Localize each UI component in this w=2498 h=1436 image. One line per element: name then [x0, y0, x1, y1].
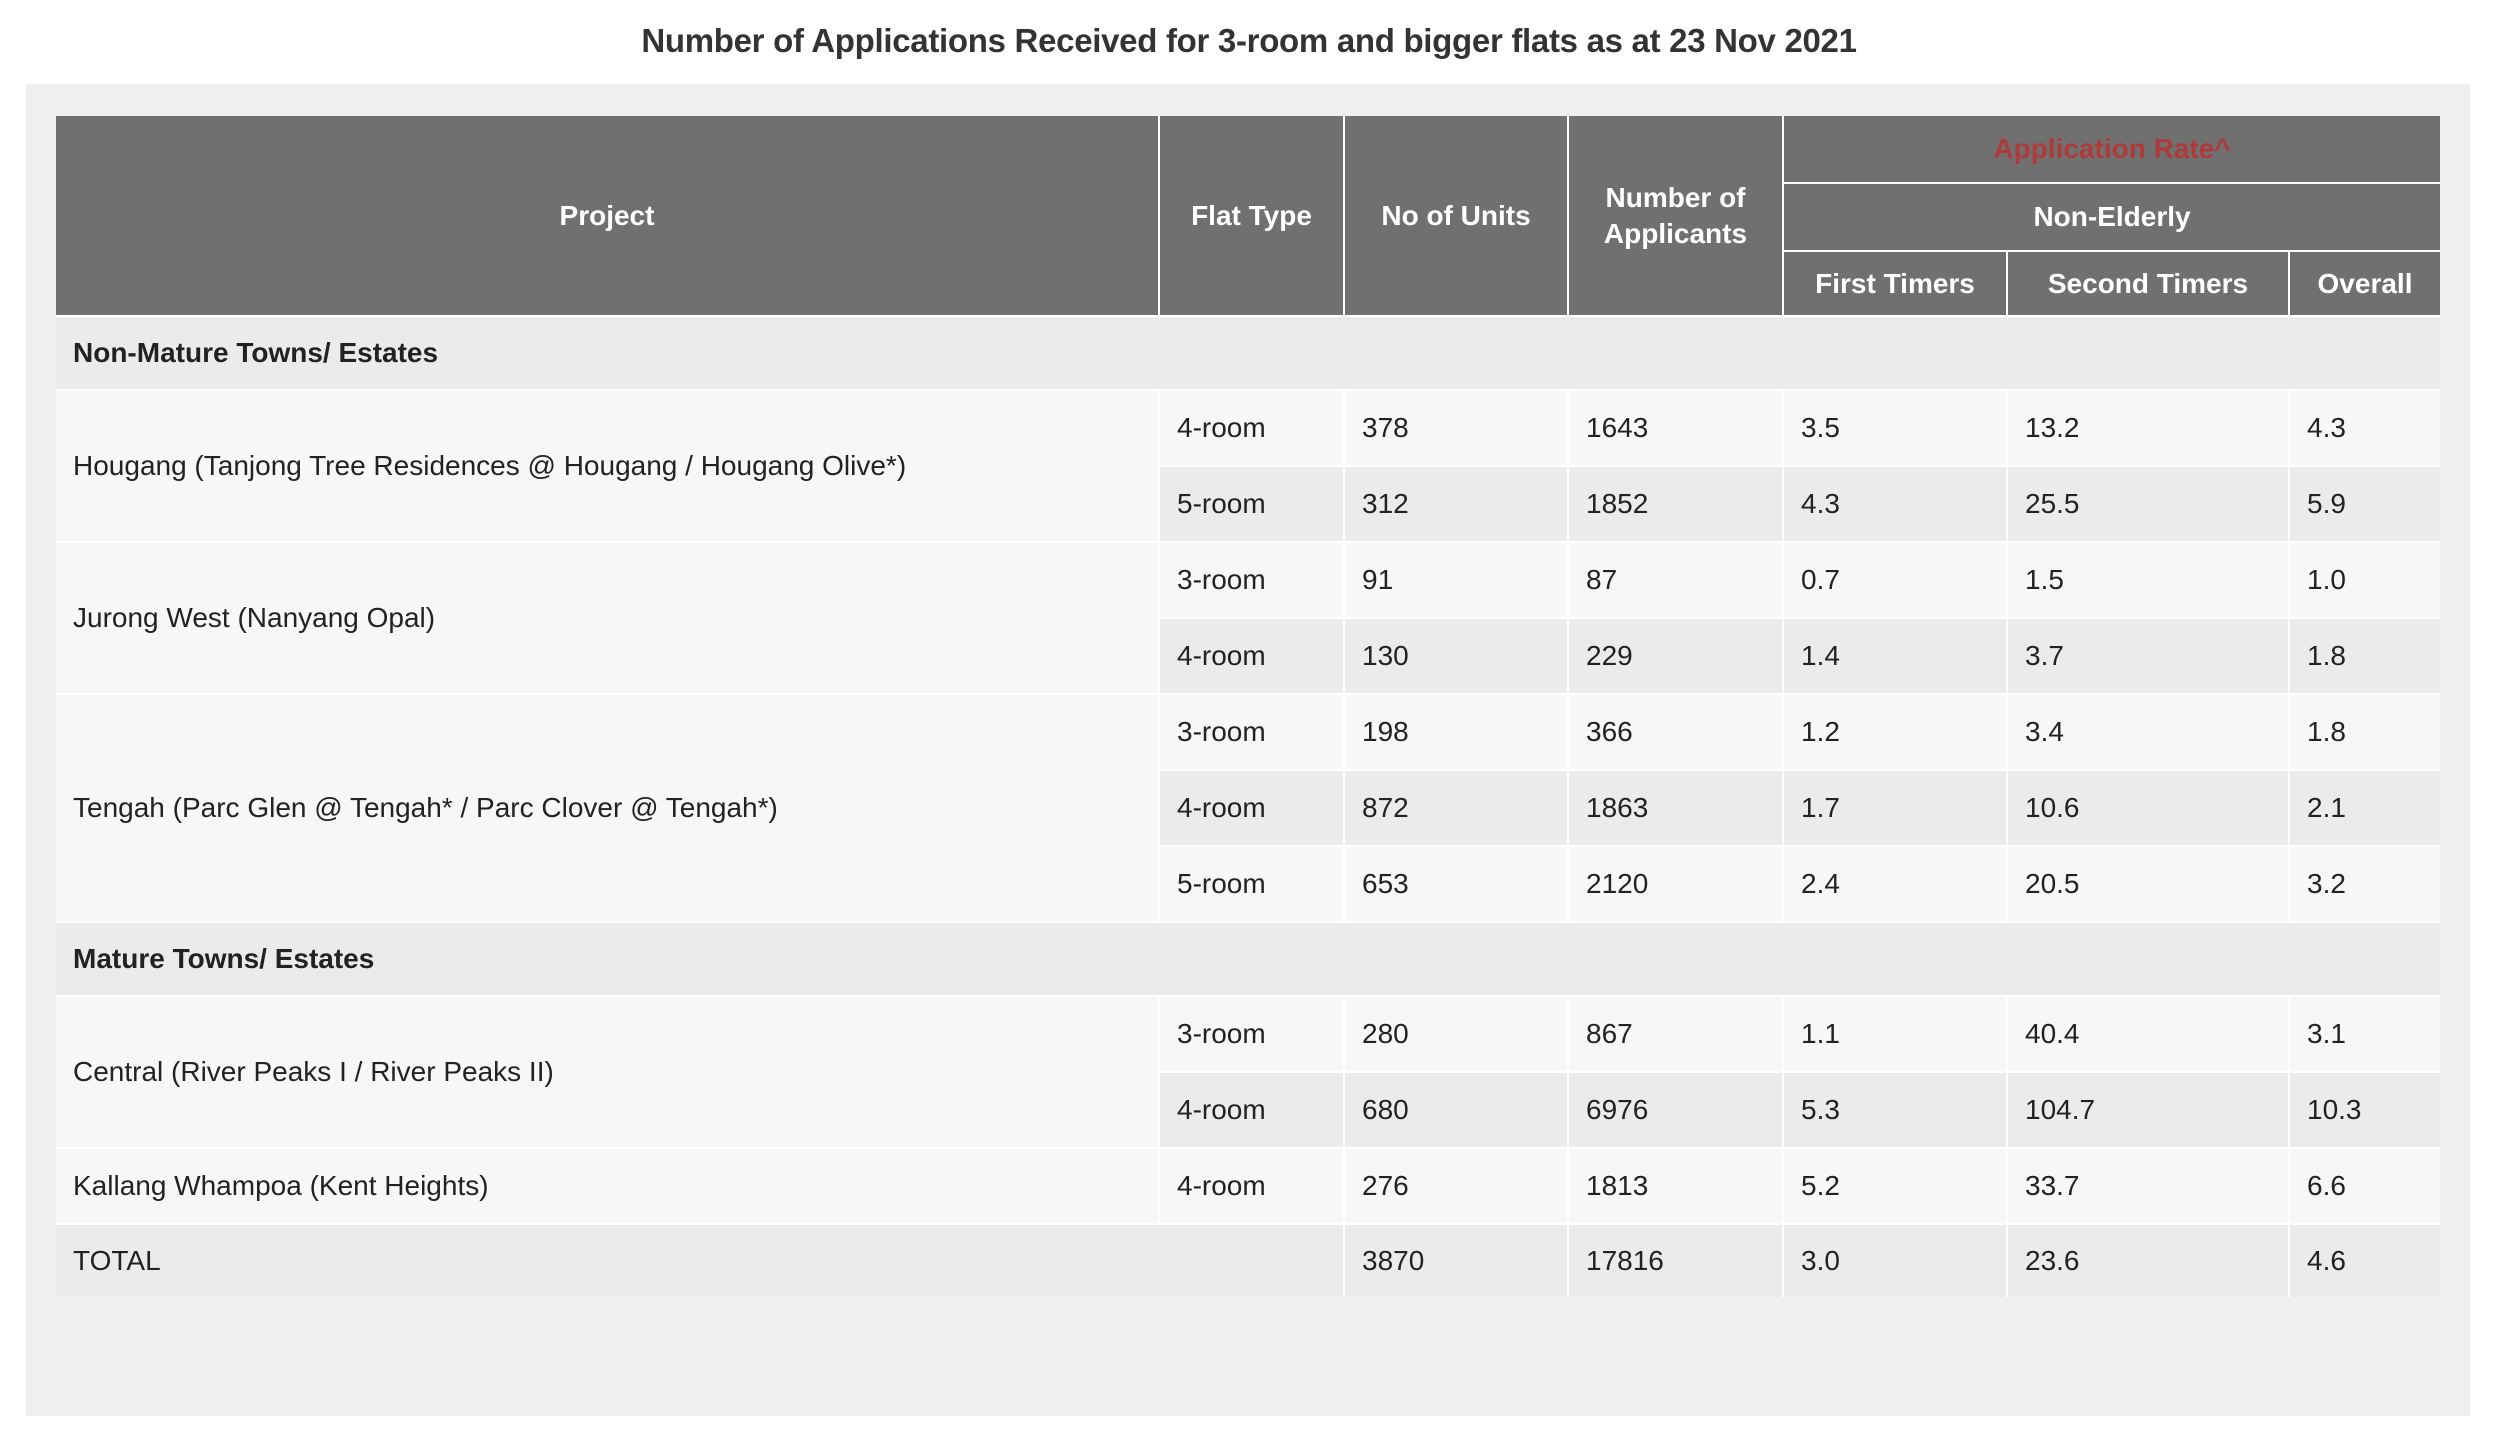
units-cell: 872: [1343, 769, 1569, 847]
overall-cell: 10.3: [2287, 1071, 2441, 1149]
header-non-elderly: Non-Elderly: [1781, 182, 2441, 252]
section-title: Non-Mature Towns/ Estates: [56, 315, 2441, 391]
second-timers-cell: 33.7: [2006, 1147, 2290, 1225]
units-cell: 198: [1343, 693, 1569, 771]
overall-cell: 1.8: [2287, 693, 2441, 771]
project-name-cell: Kallang Whampoa (Kent Heights): [56, 1147, 1160, 1225]
flat-type-cell: 5-room: [1158, 845, 1345, 923]
units-cell: 378: [1343, 389, 1569, 467]
overall-cell: 5.9: [2287, 465, 2441, 543]
units-cell: 280: [1343, 995, 1569, 1073]
units-cell: 680: [1343, 1071, 1569, 1149]
units-cell: 312: [1343, 465, 1569, 543]
applicants-cell: 1863: [1567, 769, 1784, 847]
total-applicants: 17816: [1567, 1223, 1784, 1297]
project-name-cell: Hougang (Tanjong Tree Residences @ Houga…: [56, 389, 1160, 543]
page-title: Number of Applications Received for 3-ro…: [641, 22, 1857, 59]
table-row: Kallang Whampoa (Kent Heights) 4-room 276 1…: [56, 1147, 2441, 1225]
header-application-rate: Application Rate^: [1781, 116, 2441, 184]
table-body: Non-Mature Towns/ Estates Hougang (Tanjon…: [56, 315, 2441, 1297]
first-timers-cell: 1.7: [1782, 769, 2008, 847]
applicants-cell: 366: [1567, 693, 1784, 771]
first-timers-cell: 5.2: [1782, 1147, 2008, 1225]
first-timers-cell: 1.4: [1782, 617, 2008, 695]
units-cell: 130: [1343, 617, 1569, 695]
overall-cell: 4.3: [2287, 389, 2441, 467]
second-timers-cell: 25.5: [2006, 465, 2290, 543]
section-title: Mature Towns/ Estates: [56, 921, 2441, 997]
table-row: Central (River Peaks I / River Peaks II)…: [56, 995, 2441, 1149]
header-project: Project: [56, 116, 1160, 317]
total-second-timers: 23.6: [2006, 1223, 2290, 1297]
flat-type-cell: 4-room: [1158, 769, 1345, 847]
overall-cell: 6.6: [2287, 1147, 2441, 1225]
flat-type-cell: 3-room: [1158, 995, 1345, 1073]
header-first-timers: First Timers: [1782, 250, 2008, 317]
units-cell: 276: [1343, 1147, 1569, 1225]
overall-cell: 2.1: [2287, 769, 2441, 847]
applicants-cell: 1852: [1567, 465, 1784, 543]
first-timers-cell: 1.1: [1782, 995, 2008, 1073]
applicants-cell: 6976: [1567, 1071, 1784, 1149]
applicants-cell: 1813: [1567, 1147, 1784, 1225]
flat-type-cell: 4-room: [1158, 1147, 1345, 1225]
table-header: Project Flat Type No of Units Number of …: [56, 116, 2441, 317]
flat-type-cell: 4-room: [1158, 1071, 1345, 1149]
first-timers-cell: 1.2: [1782, 693, 2008, 771]
flat-type-cell: 3-room: [1158, 693, 1345, 771]
flat-type-cell: 4-room: [1158, 617, 1345, 695]
units-cell: 653: [1343, 845, 1569, 923]
header-flat-type: Flat Type: [1158, 116, 1345, 317]
header-number-of-applicants: Number of Applicants: [1567, 116, 1784, 317]
applicants-cell: 2120: [1567, 845, 1784, 923]
second-timers-cell: 13.2: [2006, 389, 2290, 467]
first-timers-cell: 0.7: [1782, 541, 2008, 619]
overall-cell: 3.2: [2287, 845, 2441, 923]
first-timers-cell: 5.3: [1782, 1071, 2008, 1149]
overall-cell: 3.1: [2287, 995, 2441, 1073]
flat-type-cell: 3-room: [1158, 541, 1345, 619]
flat-type-cell: 4-room: [1158, 389, 1345, 467]
project-name-cell: Tengah (Parc Glen @ Tengah* / Parc Clove…: [56, 693, 1160, 923]
total-row: TOTAL 3870 17816 3.0 23.6 4.6: [56, 1223, 2441, 1297]
applicants-cell: 867: [1567, 995, 1784, 1073]
header-second-timers: Second Timers: [2006, 250, 2290, 317]
total-label: TOTAL: [56, 1223, 1345, 1297]
second-timers-cell: 3.4: [2006, 693, 2290, 771]
section-row: Mature Towns/ Estates: [56, 921, 2441, 997]
applications-table: Project Flat Type No of Units Number of …: [56, 116, 2441, 1297]
applicants-cell: 87: [1567, 541, 1784, 619]
flat-type-cell: 5-room: [1158, 465, 1345, 543]
applicants-cell: 1643: [1567, 389, 1784, 467]
header-no-of-units: No of Units: [1343, 116, 1569, 317]
project-name-cell: Central (River Peaks I / River Peaks II): [56, 995, 1160, 1149]
second-timers-cell: 1.5: [2006, 541, 2290, 619]
total-first-timers: 3.0: [1782, 1223, 2008, 1297]
second-timers-cell: 104.7: [2006, 1071, 2290, 1149]
second-timers-cell: 40.4: [2006, 995, 2290, 1073]
total-units: 3870: [1343, 1223, 1569, 1297]
overall-cell: 1.0: [2287, 541, 2441, 619]
units-cell: 91: [1343, 541, 1569, 619]
applicants-cell: 229: [1567, 617, 1784, 695]
section-row: Non-Mature Towns/ Estates: [56, 315, 2441, 391]
table-row: Jurong West (Nanyang Opal) 3-room 91 87 0.7 1…: [56, 541, 2441, 695]
table-row: Tengah (Parc Glen @ Tengah* / Parc Clove…: [56, 693, 2441, 923]
first-timers-cell: 2.4: [1782, 845, 2008, 923]
project-name-cell: Jurong West (Nanyang Opal): [56, 541, 1160, 695]
table-row: Hougang (Tanjong Tree Residences @ Houga…: [56, 389, 2441, 543]
first-timers-cell: 4.3: [1782, 465, 2008, 543]
first-timers-cell: 3.5: [1782, 389, 2008, 467]
overall-cell: 1.8: [2287, 617, 2441, 695]
header-overall: Overall: [2287, 250, 2441, 317]
total-overall: 4.6: [2287, 1223, 2441, 1297]
second-timers-cell: 20.5: [2006, 845, 2290, 923]
second-timers-cell: 3.7: [2006, 617, 2290, 695]
second-timers-cell: 10.6: [2006, 769, 2290, 847]
